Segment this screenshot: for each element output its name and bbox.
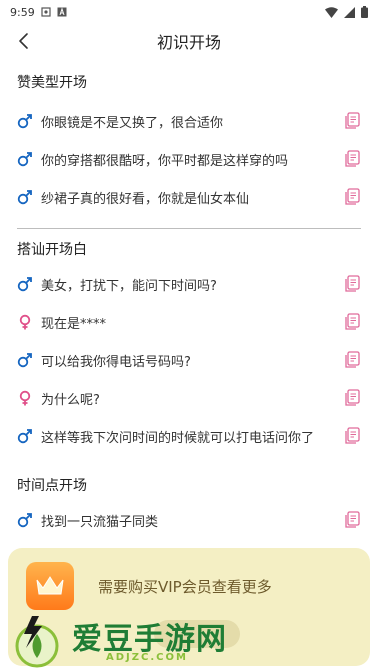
list-item[interactable]: 找到一只流猫子同类 xyxy=(0,501,378,539)
section-compliment-opener: 赞美型开场 你眼镜是不是又换了，很合适你 你的穿搭都很酷呀，你平时都是这样穿的吗… xyxy=(0,72,378,216)
section-title: 搭讪开场白 xyxy=(17,242,87,258)
list-item-text: 美女，打扰下，能问下时间吗? xyxy=(41,278,217,294)
male-icon xyxy=(17,113,33,129)
male-icon xyxy=(17,189,33,205)
female-icon xyxy=(17,314,33,330)
page-title: 初识开场 xyxy=(156,33,221,52)
list-item[interactable]: 你眼镜是不是又换了，很合适你 xyxy=(0,102,378,140)
list-item-text: 这样等我下次问时间的时候就可以打电话问你了 xyxy=(41,430,315,446)
copy-icon[interactable] xyxy=(343,511,361,529)
header: 初识开场 xyxy=(0,24,378,58)
copy-icon[interactable] xyxy=(343,112,361,130)
male-icon xyxy=(17,276,33,292)
watermark: 爱豆手游网 ADJZC.COM xyxy=(10,606,370,668)
back-arrow-icon[interactable] xyxy=(14,30,36,52)
section-time-opener: 时间点开场 找到一只流猫子同类 xyxy=(0,475,378,539)
notification-a-icon xyxy=(57,7,67,17)
male-icon xyxy=(17,428,33,444)
copy-icon[interactable] xyxy=(343,150,361,168)
copy-icon[interactable] xyxy=(343,275,361,293)
list-item-text: 纱裙子真的很好看，你就是仙女本仙 xyxy=(41,191,250,207)
copy-icon[interactable] xyxy=(343,188,361,206)
list-item[interactable]: 美女，打扰下，能问下时间吗? xyxy=(0,265,378,303)
copy-icon[interactable] xyxy=(343,351,361,369)
watermark-logo-icon xyxy=(15,616,59,668)
list-item-text: 找到一只流猫子同类 xyxy=(41,514,159,530)
list-item-text: 你的穿搭都很酷呀，你平时都是这样穿的吗 xyxy=(41,153,289,169)
section-title: 时间点开场 xyxy=(17,478,87,494)
section-divider xyxy=(17,228,361,229)
notification-settings-icon xyxy=(41,7,51,17)
list-item[interactable]: 现在是**** xyxy=(0,303,378,341)
battery-icon xyxy=(361,6,368,18)
list-item-text: 为什么呢? xyxy=(41,392,100,408)
list-item-text: 现在是**** xyxy=(41,316,107,332)
list-item-text: 可以给我你得电话号码吗? xyxy=(41,354,191,370)
status-bar: 9:59 xyxy=(0,0,378,24)
list-item[interactable]: 你的穿搭都很酷呀，你平时都是这样穿的吗 xyxy=(0,140,378,178)
section-pickup-opener: 搭讪开场白 美女，打扰下，能问下时间吗? 现在是**** 可以给我你得电话号码吗… xyxy=(0,239,378,455)
list-item[interactable]: 为什么呢? xyxy=(0,379,378,417)
vip-message: 需要购买VIP会员查看更多 xyxy=(98,578,272,596)
list-item[interactable]: 可以给我你得电话号码吗? xyxy=(0,341,378,379)
male-icon xyxy=(17,512,33,528)
male-icon xyxy=(17,151,33,167)
copy-icon[interactable] xyxy=(343,427,361,445)
crown-icon xyxy=(26,562,74,610)
signal-icon xyxy=(344,6,355,18)
status-time: 9:59 xyxy=(10,5,35,19)
status-right xyxy=(325,6,368,18)
section-title: 赞美型开场 xyxy=(17,75,87,91)
wifi-icon xyxy=(325,6,338,18)
copy-icon[interactable] xyxy=(343,389,361,407)
watermark-domain: ADJZC.COM xyxy=(106,652,188,663)
list-item[interactable]: 纱裙子真的很好看，你就是仙女本仙 xyxy=(0,178,378,216)
list-item[interactable]: 这样等我下次问时间的时候就可以打电话问你了 xyxy=(0,417,378,455)
male-icon xyxy=(17,352,33,368)
status-left: 9:59 xyxy=(10,6,67,19)
list-item-text: 你眼镜是不是又换了，很合适你 xyxy=(41,115,224,131)
copy-icon[interactable] xyxy=(343,313,361,331)
female-icon xyxy=(17,390,33,406)
